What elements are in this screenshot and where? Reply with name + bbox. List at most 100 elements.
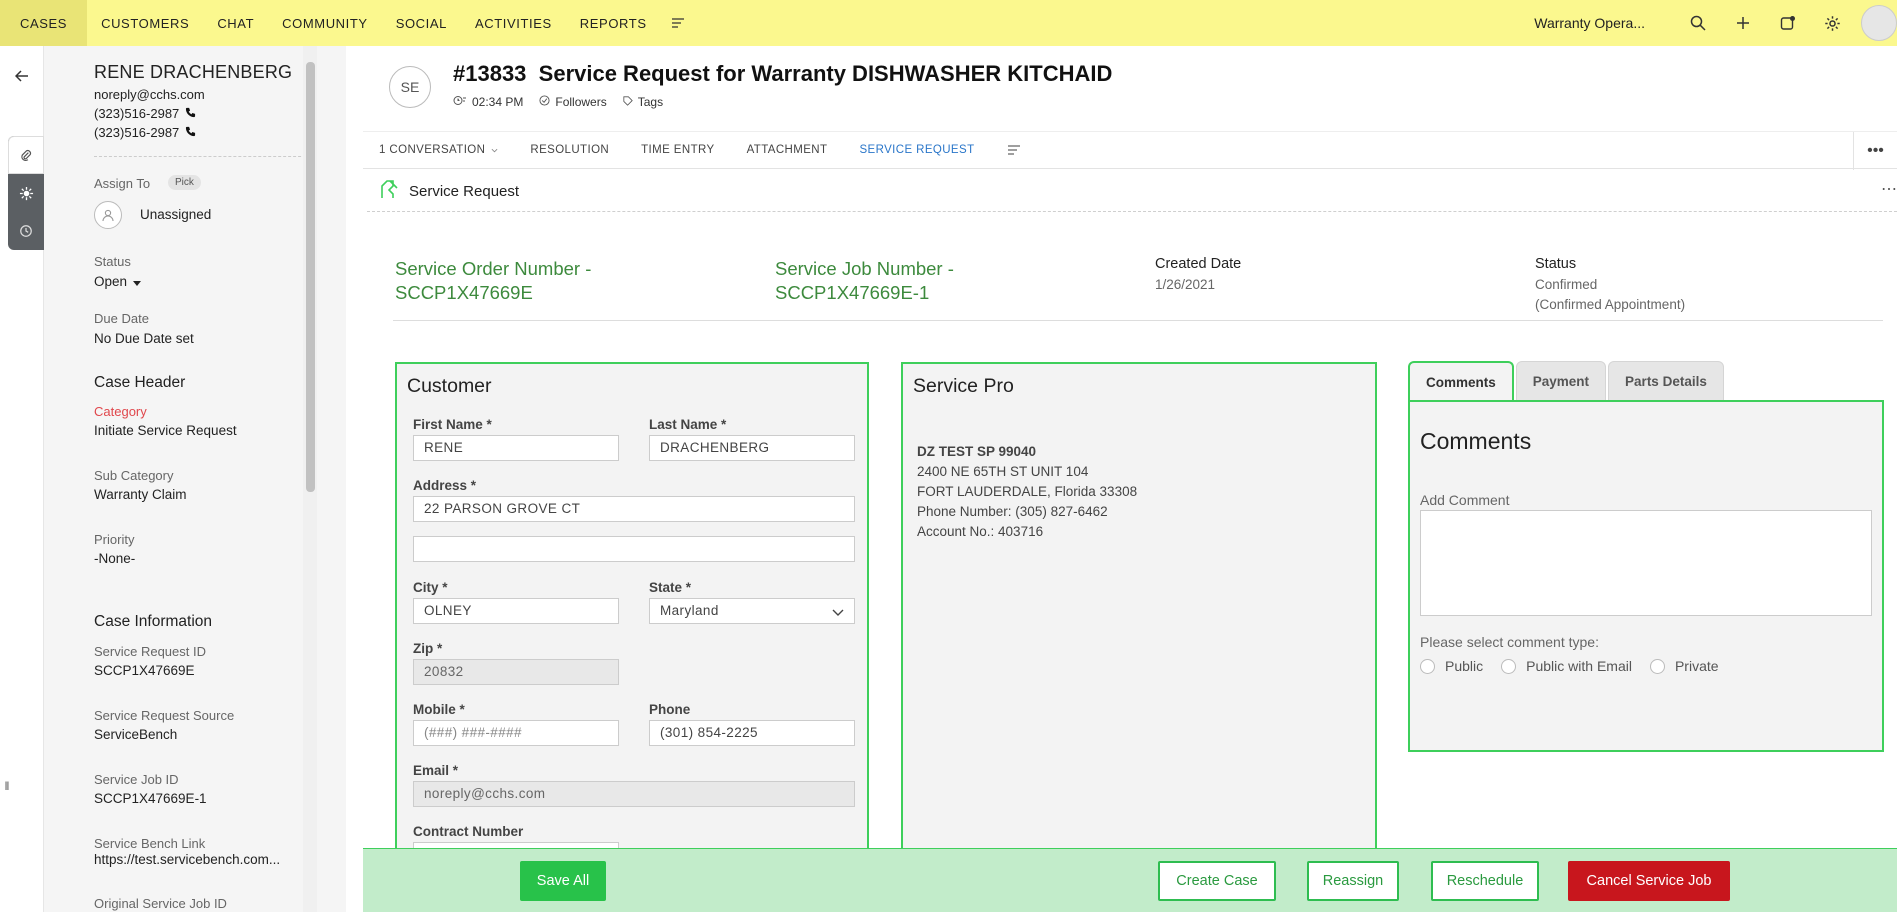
tags-link[interactable]: Tags [623,95,663,109]
tab-resolution[interactable]: RESOLUTION [514,131,625,169]
tab-payment[interactable]: Payment [1515,361,1607,401]
tab-service-request[interactable]: SERVICE REQUEST [843,131,990,169]
sr-source-label: Service Request Source [94,708,235,723]
nav-tab-community[interactable]: COMMUNITY [268,0,382,46]
panel-more-icon[interactable]: ⋯ [1881,179,1897,199]
radio-private[interactable]: Private [1649,658,1719,674]
nav-tab-social[interactable]: SOCIAL [382,0,461,46]
priority-value[interactable]: -None- [94,551,135,566]
attachment-icon[interactable] [8,136,44,174]
phone-number: (323)516-2987 [94,125,180,140]
service-pro-details: DZ TEST SP 99040 2400 NE 65TH ST UNIT 10… [917,442,1137,542]
service-request-title: Service Request [409,182,520,200]
sb-link-value[interactable]: https://test.servicebench.com... [94,852,280,867]
more-options-icon[interactable]: ••• [1853,132,1897,170]
sr-source-value[interactable]: ServiceBench [94,727,177,742]
contact-phone-2: (323)516-2987 [94,125,196,140]
case-header-title: Case Header [94,374,186,391]
last-name-field[interactable]: DRACHENBERG [649,435,855,461]
service-status-value: Confirmed (Confirmed Appointment) [1535,275,1685,316]
search-icon[interactable] [1675,0,1720,46]
ticket-number: #13833 [453,61,527,86]
radio-circle[interactable] [1649,658,1665,674]
tab-conversation[interactable]: 1 CONVERSATION [363,131,514,169]
contact-name[interactable]: RENE DRACHENBERG [94,62,292,83]
chevron-down-icon [832,605,844,620]
orig-sj-label: Original Service Job ID [94,896,227,911]
city-field[interactable]: OLNEY [413,598,619,624]
cancel-service-job-button[interactable]: Cancel Service Job [1568,861,1730,901]
nav-tab-reports[interactable]: REPORTS [566,0,661,46]
phone-icon[interactable] [185,125,196,140]
nav-tab-cases[interactable]: CASES [0,0,88,46]
due-date-value[interactable]: No Due Date set [94,331,194,346]
more-tabs-icon[interactable] [661,0,695,46]
radio-circle[interactable] [1420,658,1435,674]
ticket-subject[interactable]: Service Request for Warranty DISHWASHER … [539,61,1113,86]
subcategory-value[interactable]: Warranty Claim [94,487,187,502]
tab-parts-details[interactable]: Parts Details [1608,361,1724,401]
status-line-2: (Confirmed Appointment) [1535,297,1686,313]
address-label: Address * [413,478,477,493]
side-tools [8,136,44,250]
address-line-2-field[interactable] [413,536,855,562]
status-dropdown[interactable]: Open [94,274,142,289]
reschedule-button[interactable]: Reschedule [1431,861,1539,901]
followers-link[interactable]: Followers [539,95,607,109]
created-date: Created Date 1/26/2021 [1155,256,1241,295]
compose-icon[interactable] [1765,0,1810,46]
panel-resize-handle[interactable]: ǁ [0,766,14,806]
state-select[interactable]: Maryland [649,598,855,624]
phone-field[interactable]: (301) 854-2225 [649,720,855,746]
tab-comments[interactable]: Comments [1408,361,1514,401]
category-value[interactable]: Initiate Service Request [94,423,237,438]
divider [393,320,1883,321]
status-line-1: Confirmed [1535,277,1598,292]
history-icon[interactable] [8,212,44,250]
contact-email[interactable]: noreply@cchs.com [94,87,205,102]
scrollbar-thumb[interactable] [306,62,315,492]
subcategory-label: Sub Category [94,468,174,483]
department-selector[interactable]: Warranty Opera... [1534,15,1645,31]
add-comment-label: Add Comment [1420,492,1510,508]
left-panel-scrollbar[interactable] [303,46,317,912]
more-subtabs-icon[interactable] [991,131,1037,169]
assignee-value[interactable]: Unassigned [140,207,211,222]
tab-time-entry[interactable]: TIME ENTRY [625,131,730,169]
reassign-button[interactable]: Reassign [1307,861,1399,901]
tab-attachment[interactable]: ATTACHMENT [731,131,844,169]
comment-textarea[interactable] [1420,510,1872,616]
clock-icon [453,95,467,109]
nav-tab-activities[interactable]: ACTIVITIES [461,0,566,46]
sr-id-value[interactable]: SCCP1X47669E [94,663,195,678]
address-line-1-field[interactable]: 22 PARSON GROVE CT [413,496,855,522]
phone-number: (323)516-2987 [94,106,180,121]
gear-icon[interactable] [1810,0,1855,46]
save-all-button[interactable]: Save All [520,861,606,901]
service-job-number: Service Job Number - SCCP1X47669E-1 [775,257,954,305]
followers-label: Followers [555,95,607,109]
back-arrow-icon[interactable] [10,64,34,88]
first-name-field[interactable]: RENE [413,435,619,461]
created-date-label: Created Date [1155,256,1242,272]
create-case-button[interactable]: Create Case [1158,861,1276,901]
comments-heading: Comments [1420,428,1532,454]
status-value: Open [94,274,128,289]
pick-button[interactable]: Pick [168,175,201,190]
radio-public[interactable]: Public [1420,658,1483,674]
user-avatar[interactable] [1861,5,1897,41]
sj-id-value[interactable]: SCCP1X47669E-1 [94,791,207,806]
mobile-field[interactable]: (###) ###-#### [413,720,619,746]
service-pro-title: Service Pro [913,375,1014,397]
order-number-label: Service Order Number - [395,258,592,279]
bug-icon[interactable] [8,174,44,212]
sj-id-label: Service Job ID [94,772,179,787]
nav-tab-chat[interactable]: CHAT [203,0,268,46]
phone-icon[interactable] [185,106,196,121]
radio-public-email[interactable]: Public with Email [1501,658,1632,674]
service-pro-panel: Service Pro DZ TEST SP 99040 2400 NE 65T… [901,362,1377,898]
plus-icon[interactable] [1720,0,1765,46]
nav-tab-customers[interactable]: CUSTOMERS [87,0,203,46]
ticket-avatar: SE [389,66,431,108]
radio-circle[interactable] [1501,658,1517,674]
